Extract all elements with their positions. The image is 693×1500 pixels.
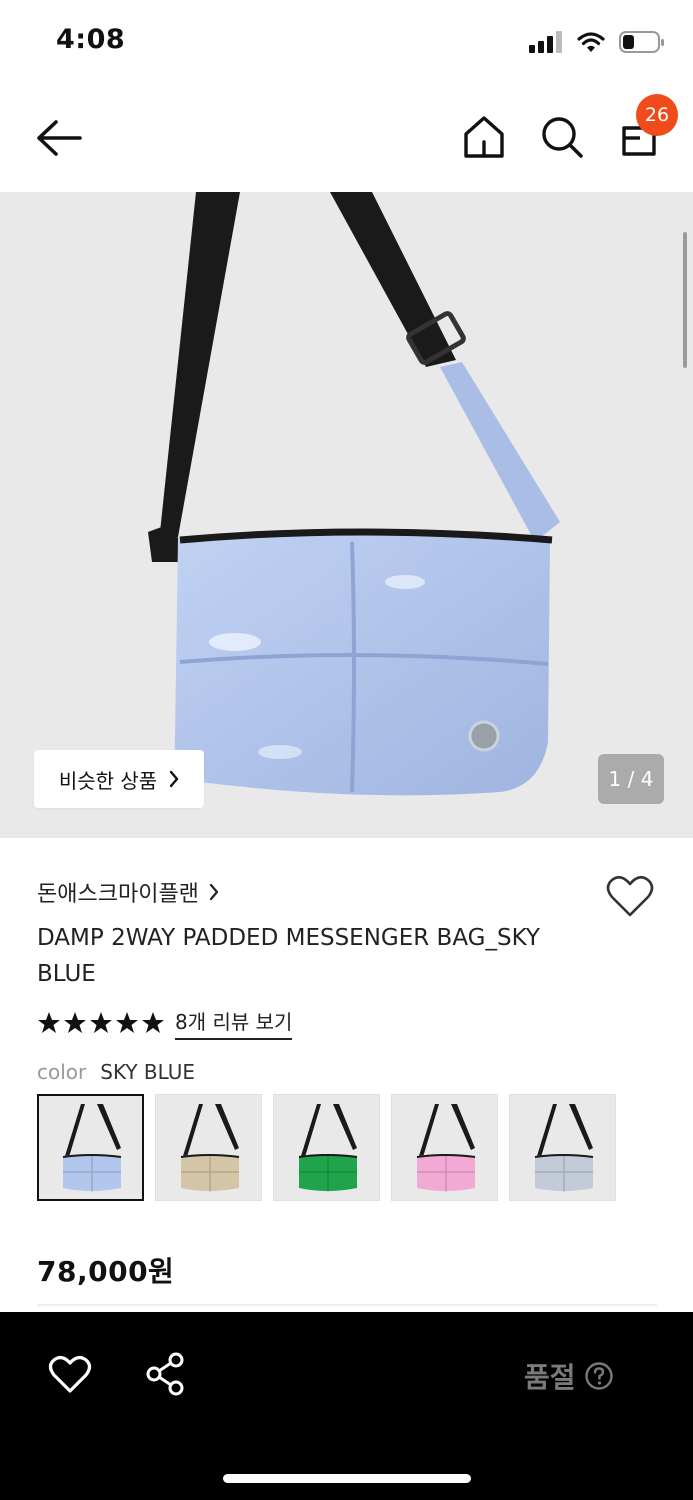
help-icon (584, 1362, 613, 1390)
soldout-status[interactable]: 품절 (524, 1356, 614, 1396)
rating-stars (37, 1011, 165, 1035)
rating-row: 8개 리뷰 보기 (37, 1006, 293, 1040)
home-indicator (223, 1474, 471, 1483)
battery-icon (619, 31, 664, 53)
review-link[interactable]: 8개 리뷰 보기 (175, 1006, 293, 1040)
color-option-row: color SKY BLUE (37, 1060, 195, 1084)
color-label: color (37, 1060, 87, 1084)
back-arrow-icon[interactable] (34, 116, 84, 160)
divider (37, 1304, 657, 1306)
color-swatches (37, 1094, 616, 1201)
color-swatch[interactable] (391, 1094, 498, 1201)
chevron-right-icon (169, 770, 179, 788)
home-icon[interactable] (462, 114, 506, 160)
product-photo (148, 192, 560, 796)
signal-icon (529, 31, 562, 53)
image-scrollbar[interactable] (683, 232, 687, 368)
brand-name: 돈애스크마이플랜 (37, 882, 199, 907)
color-value: SKY BLUE (100, 1060, 196, 1084)
image-page-indicator: 1 / 4 (598, 754, 664, 804)
star-icon (142, 1012, 164, 1033)
color-swatch[interactable] (509, 1094, 616, 1201)
bag-thumbnail (62, 1103, 121, 1192)
search-icon[interactable] (540, 114, 584, 160)
bottom-action-bar: 품절 (0, 1312, 693, 1500)
cart-count-badge: 26 (636, 94, 678, 136)
heart-icon[interactable] (606, 874, 654, 918)
product-image-gallery[interactable]: 비슷한 상품 1 / 4 (0, 192, 693, 838)
star-icon (38, 1012, 60, 1033)
star-icon (64, 1012, 86, 1033)
bag-thumbnail (298, 1103, 357, 1192)
status-time: 4:08 (56, 24, 126, 55)
bag-thumbnail (534, 1103, 593, 1192)
brand-link[interactable]: 돈애스크마이플랜 (37, 876, 219, 908)
star-icon (90, 1012, 112, 1033)
color-swatch[interactable] (155, 1094, 262, 1201)
product-title: DAMP 2WAY PADDED MESSENGER BAG_SKY BLUE (37, 925, 540, 987)
similar-products-button[interactable]: 비슷한 상품 (34, 750, 204, 808)
wifi-icon (577, 32, 605, 52)
status-bar: 4:08 (0, 0, 693, 88)
heart-icon[interactable] (48, 1354, 92, 1394)
color-swatch[interactable] (37, 1094, 144, 1201)
bag-thumbnail (180, 1103, 239, 1192)
color-swatch[interactable] (273, 1094, 380, 1201)
top-nav-bar: 26 (0, 88, 693, 192)
share-icon[interactable] (144, 1352, 188, 1396)
status-icons (529, 30, 665, 54)
soldout-label: 품절 (524, 1361, 576, 1394)
similar-products-label: 비슷한 상품 (58, 768, 158, 793)
bag-thumbnail (416, 1103, 475, 1192)
product-price: 78,000원 (37, 1255, 175, 1288)
star-icon (116, 1012, 138, 1033)
chevron-right-icon (209, 883, 219, 901)
